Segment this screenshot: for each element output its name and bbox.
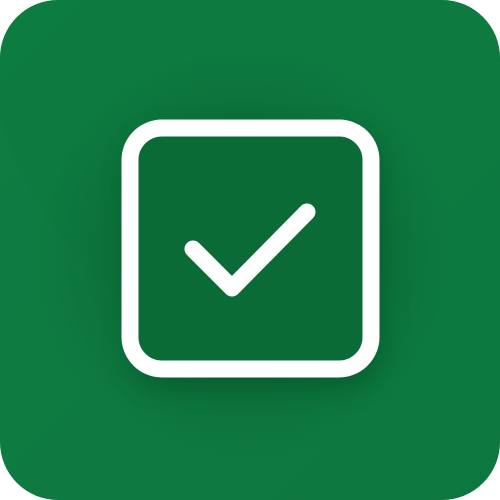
app-icon [0,0,500,500]
checkbox-frame [121,119,380,378]
app-icon-graphic [0,0,500,500]
